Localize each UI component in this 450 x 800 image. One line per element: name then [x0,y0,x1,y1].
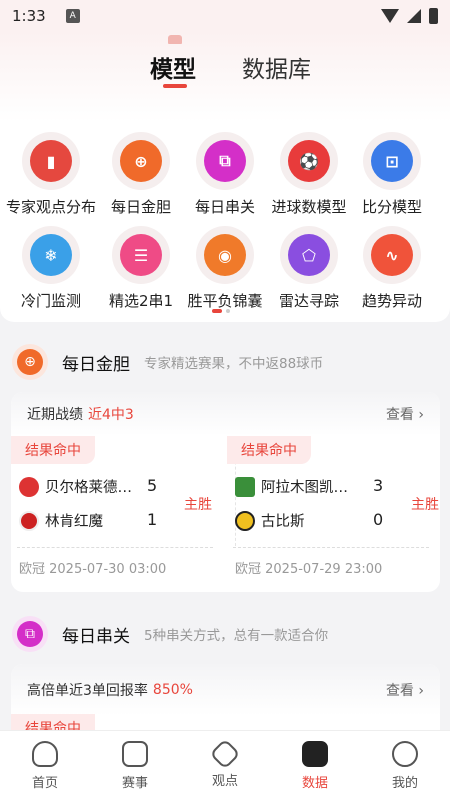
record-label: 高倍单近3单回报率 [27,683,148,699]
feature-label: 每日串关 [194,198,255,216]
feature-label: 专家观点分布 [5,198,96,216]
feature-wdl-tips[interactable]: ◉ 胜平负锦囊 [178,226,272,311]
feature-grid: ▮ 专家观点分布 ⊕ 每日金胆 ⧉ 每日串关 ⚽ 进球数模型 ⊡ 比分模型 ❄ … [0,122,450,322]
snowflake-icon: ❄ [30,234,72,276]
bar-chart-icon: ▮ [30,140,72,182]
top-tabs: 模型 数据库 [0,32,450,122]
home-icon [32,741,58,767]
feature-trend-anomaly[interactable]: ∿ 趋势异动 [345,226,439,311]
tab-database[interactable]: 数据库 [242,50,311,84]
nav-matches[interactable]: 赛事 [90,731,180,800]
profile-icon [392,741,418,767]
feature-label: 雷达寻踪 [278,292,339,310]
opinion-icon [209,738,241,770]
nav-opinions[interactable]: 观点 [180,731,270,800]
team-logo-icon [19,476,39,497]
away-team: 古比斯 [235,510,305,531]
pulse-icon: ∿ [371,234,413,276]
feature-daily-parlay[interactable]: ⧉ 每日串关 [178,132,272,217]
link-icon: ⧉ [204,140,246,182]
active-tab-indicator [163,84,187,88]
section-subtitle: 专家精选赛果，不中返88球币 [144,356,324,372]
match-info: 欧冠 2025-07-30 03:00 [19,562,167,577]
data-icon [302,741,328,767]
feature-label: 每日金胆 [110,198,171,216]
match-result: 主胜 [184,497,212,513]
view-more-link[interactable]: 查看 › [386,404,424,424]
section-subtitle: 5种串关方式，总有一款适合你 [144,628,329,644]
team-logo-icon [19,510,39,531]
feature-upset-monitor[interactable]: ❄ 冷门监测 [4,226,98,311]
match-card[interactable]: 结果命中 阿拉木图凯… 3 古比斯 0 主胜 欧冠 2025-07-29 23:… [227,436,439,586]
record-value: 850% [152,682,193,698]
page-indicator [212,309,230,313]
feature-label: 进球数模型 [271,198,347,216]
match-card[interactable]: 结果命中 贝尔格莱德… 5 林肯红魔 1 主胜 欧冠 2025-07-30 03… [11,436,223,586]
feature-radar-tracking[interactable]: ⬠ 雷达寻踪 [262,226,356,311]
record-row: 近期战绩 近4中3 查看 › [11,392,440,436]
bottom-nav: 首页 赛事 观点 数据 我的 [0,730,450,800]
soccer-ball-icon: ⚽ [288,140,330,182]
status-bar: 1:33 A [0,0,450,32]
home-score: 5 [147,476,158,495]
sim-indicator-icon: A [65,9,80,23]
hit-badge: 结果命中 [227,436,311,464]
feature-label: 趋势异动 [361,292,422,310]
battery-icon [429,8,438,24]
daily-banker-card: 近期战绩 近4中3 查看 › 结果命中 贝尔格莱德… 5 林肯红魔 1 主胜 欧… [11,392,440,592]
record-label: 近期战绩 [27,407,83,423]
nav-home[interactable]: 首页 [0,731,90,800]
feature-goals-model[interactable]: ⚽ 进球数模型 [262,132,356,217]
scoreboard-icon: ⊡ [371,140,413,182]
nav-data[interactable]: 数据 [270,731,360,800]
away-score: 1 [147,510,158,529]
daily-parlay-header: ⧉ 每日串关 5种串关方式，总有一款适合你 [12,616,328,652]
feature-label: 冷门监测 [20,292,81,310]
radar-icon: ⬠ [288,234,330,276]
home-team: 阿拉木图凯… [235,476,348,497]
tab-model[interactable]: 模型 [150,50,196,84]
feature-score-model[interactable]: ⊡ 比分模型 [345,132,439,217]
nav-profile[interactable]: 我的 [360,731,450,800]
away-score: 0 [373,510,384,529]
feature-expert-distribution[interactable]: ▮ 专家观点分布 [4,132,98,217]
feature-label: 精选2串1 [108,292,174,310]
home-team: 贝尔格莱德… [19,476,132,497]
crown-icon [168,35,182,44]
calendar-icon [122,741,148,767]
pouch-icon: ◉ [204,234,246,276]
section-title: 每日串关 [62,626,130,647]
feature-daily-banker[interactable]: ⊕ 每日金胆 [94,132,188,217]
team-logo-icon [235,510,255,531]
view-more-link[interactable]: 查看 › [386,680,424,700]
team-logo-icon [235,476,255,497]
feature-label: 比分模型 [361,198,422,216]
home-score: 3 [373,476,384,495]
wifi-icon [381,9,399,23]
match-result: 主胜 [411,497,439,513]
section-title: 每日金胆 [62,354,130,375]
record-row: 高倍单近3单回报率 850% 查看 › [11,664,440,716]
target-icon: ⊕ [17,349,43,375]
checklist-icon: ☰ [120,234,162,276]
target-icon: ⊕ [120,140,162,182]
match-info: 欧冠 2025-07-29 23:00 [235,562,383,577]
feature-selected-2x1[interactable]: ☰ 精选2串1 [94,226,188,311]
away-team: 林肯红魔 [19,510,103,531]
status-time: 1:33 [12,7,46,25]
hit-badge: 结果命中 [11,436,95,464]
daily-banker-header: ⊕ 每日金胆 专家精选赛果，不中返88球币 [12,344,323,380]
signal-icon [407,9,421,23]
link-icon: ⧉ [17,621,43,647]
feature-label: 胜平负锦囊 [187,292,263,310]
record-value: 近4中3 [88,407,134,423]
